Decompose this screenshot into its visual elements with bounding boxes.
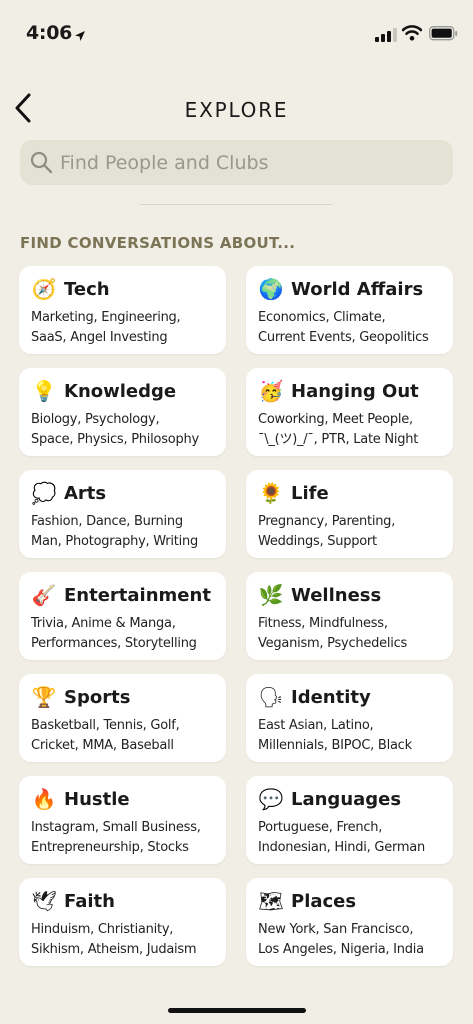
page-title: EXPLORE bbox=[184, 98, 289, 122]
battery-icon bbox=[429, 26, 458, 45]
party-face-icon: 🥳 bbox=[258, 379, 284, 403]
category-title: Arts bbox=[64, 482, 107, 504]
thought-bubble-icon: 💭 bbox=[31, 481, 57, 505]
category-title: Languages bbox=[291, 788, 402, 810]
dove-icon: 🕊 bbox=[31, 889, 57, 913]
category-topics: Fitness, Mindfulness, Veganism, Psychede… bbox=[258, 616, 408, 651]
wifi-icon bbox=[401, 25, 423, 45]
category-card-arts[interactable]: 💭 Arts Fashion, Dance, Burning Man, Phot… bbox=[19, 470, 226, 558]
status-bar: 4:06 bbox=[0, 0, 473, 66]
fire-icon: 🔥 bbox=[31, 787, 57, 811]
category-topics: Trivia, Anime & Manga, Performances, Sto… bbox=[31, 616, 197, 651]
category-topics: Hinduism, Christianity, Sikhism, Atheism… bbox=[31, 922, 197, 957]
category-title: Hustle bbox=[64, 788, 130, 810]
search-icon bbox=[30, 151, 53, 178]
map-icon: 🗺 bbox=[258, 889, 284, 913]
category-card-entertainment[interactable]: 🎸 Entertainment Trivia, Anime & Manga, P… bbox=[19, 572, 226, 660]
status-time: 4:06 bbox=[26, 22, 73, 44]
lightbulb-icon: 💡 bbox=[31, 379, 57, 403]
category-title: Knowledge bbox=[64, 380, 177, 402]
category-card-identity[interactable]: 🗣 Identity East Asian, Latino, Millennia… bbox=[246, 674, 453, 762]
trophy-icon: 🏆 bbox=[31, 685, 57, 709]
category-card-life[interactable]: 🌻 Life Pregnancy, Parenting, Weddings, S… bbox=[246, 470, 453, 558]
search-input[interactable] bbox=[60, 140, 440, 185]
category-card-hanging-out[interactable]: 🥳 Hanging Out Coworking, Meet People, ¯\… bbox=[246, 368, 453, 456]
category-card-sports[interactable]: 🏆 Sports Basketball, Tennis, Golf, Crick… bbox=[19, 674, 226, 762]
category-topics: Pregnancy, Parenting, Weddings, Support bbox=[258, 514, 396, 549]
guitar-icon: 🎸 bbox=[31, 583, 57, 607]
category-card-places[interactable]: 🗺 Places New York, San Francisco, Los An… bbox=[246, 878, 453, 966]
category-topics: Instagram, Small Business, Entrepreneurs… bbox=[31, 820, 201, 855]
compass-icon: 🧭 bbox=[31, 277, 57, 301]
category-title: Faith bbox=[64, 890, 115, 912]
category-topics: East Asian, Latino, Millennials, BIPOC, … bbox=[258, 718, 412, 753]
divider bbox=[140, 204, 332, 205]
cellular-signal-icon bbox=[375, 27, 397, 46]
category-card-tech[interactable]: 🧭 Tech Marketing, Engineering, SaaS, Ang… bbox=[19, 266, 226, 354]
category-topics: Coworking, Meet People, ¯\_(ツ)_/¯, PTR, … bbox=[258, 412, 419, 447]
category-card-languages[interactable]: 💬 Languages Portuguese, French, Indonesi… bbox=[246, 776, 453, 864]
location-arrow-icon bbox=[74, 27, 86, 46]
speech-bubble-icon: 💬 bbox=[258, 787, 284, 811]
category-topics: Marketing, Engineering, SaaS, Angel Inve… bbox=[31, 310, 181, 345]
category-card-faith[interactable]: 🕊 Faith Hinduism, Christianity, Sikhism,… bbox=[19, 878, 226, 966]
category-title: World Affairs bbox=[291, 278, 424, 300]
globe-icon: 🌍 bbox=[258, 277, 284, 301]
category-card-knowledge[interactable]: 💡 Knowledge Biology, Psychology, Space, … bbox=[19, 368, 226, 456]
category-card-hustle[interactable]: 🔥 Hustle Instagram, Small Business, Entr… bbox=[19, 776, 226, 864]
category-topics: Fashion, Dance, Burning Man, Photography… bbox=[31, 514, 198, 549]
category-topics: Biology, Psychology, Space, Physics, Phi… bbox=[31, 412, 199, 447]
category-title: Tech bbox=[64, 278, 110, 300]
category-card-wellness[interactable]: 🌿 Wellness Fitness, Mindfulness, Veganis… bbox=[246, 572, 453, 660]
category-topics: Portuguese, French, Indonesian, Hindi, G… bbox=[258, 820, 425, 855]
navigation-bar: EXPLORE bbox=[0, 84, 473, 136]
home-indicator bbox=[168, 1008, 306, 1013]
category-title: Entertainment bbox=[64, 584, 211, 606]
category-title: Life bbox=[291, 482, 329, 504]
section-header: FIND CONVERSATIONS ABOUT... bbox=[20, 234, 296, 252]
category-card-world-affairs[interactable]: 🌍 World Affairs Economics, Climate, Curr… bbox=[246, 266, 453, 354]
category-title: Identity bbox=[291, 686, 371, 708]
sunflower-icon: 🌻 bbox=[258, 481, 284, 505]
category-topics: Economics, Climate, Current Events, Geop… bbox=[258, 310, 429, 345]
category-title: Wellness bbox=[291, 584, 382, 606]
category-topics: New York, San Francisco, Los Angeles, Ni… bbox=[258, 922, 424, 957]
speaking-head-icon: 🗣 bbox=[258, 685, 284, 709]
herb-icon: 🌿 bbox=[258, 583, 284, 607]
category-title: Places bbox=[291, 890, 357, 912]
search-bar[interactable] bbox=[20, 140, 453, 185]
category-grid: 🧭 Tech Marketing, Engineering, SaaS, Ang… bbox=[19, 266, 454, 966]
category-title: Hanging Out bbox=[291, 380, 419, 402]
category-topics: Basketball, Tennis, Golf, Cricket, MMA, … bbox=[31, 718, 180, 753]
category-title: Sports bbox=[64, 686, 131, 708]
